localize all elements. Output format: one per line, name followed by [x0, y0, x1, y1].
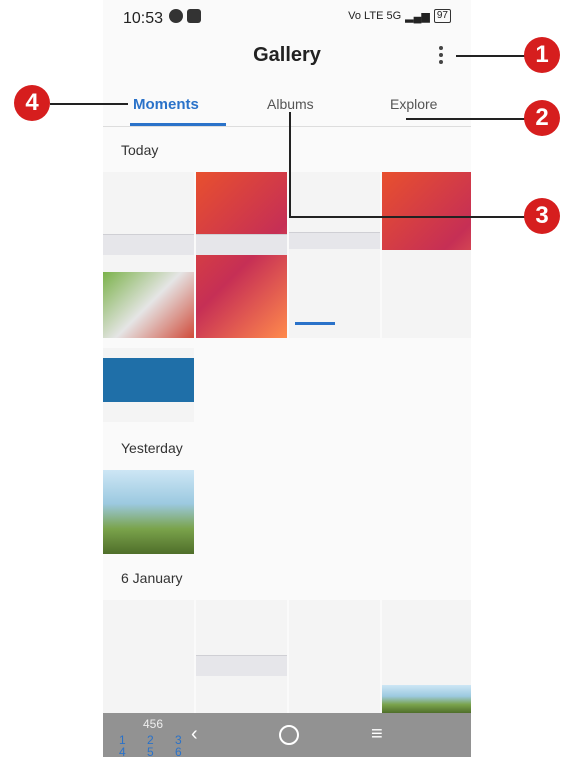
callout-line-1: [456, 55, 528, 57]
tab-bar: Moments Albums Explore: [103, 86, 471, 127]
status-time: 10:53: [123, 10, 164, 27]
callout-line-2: [406, 118, 528, 120]
tab-moments[interactable]: Moments: [133, 96, 199, 113]
slider-bar: [295, 322, 335, 325]
tab-albums[interactable]: Albums: [267, 96, 314, 112]
keyboard-strip: [103, 234, 194, 255]
callout-badge-3: 3: [524, 198, 560, 234]
dial-key: 6: [175, 745, 182, 757]
section-today: Today: [121, 142, 159, 158]
phone-screen: 10:53 Vo LTE 5G ▂▄▆ 97 Gallery Moments A…: [103, 0, 471, 757]
photo-thumb[interactable]: [196, 600, 287, 713]
navigation-bar: 456 1 2 3 4 5 6 ‹ ≡: [103, 713, 471, 757]
photo-thumb[interactable]: [382, 172, 471, 338]
back-icon[interactable]: ‹: [191, 723, 198, 746]
tree-preview: [382, 685, 471, 713]
dialer-digits: 456: [143, 717, 164, 731]
keyboard-strip: [289, 232, 380, 249]
photo-thumb[interactable]: [196, 172, 287, 338]
dial-key: 5: [147, 745, 154, 757]
notification-icon: [169, 9, 183, 23]
photo-thumb[interactable]: [103, 348, 194, 422]
section-january: 6 January: [121, 570, 183, 586]
battery-icon: 97: [433, 9, 451, 23]
photo-thumb-tree[interactable]: [103, 470, 194, 554]
section-yesterday: Yesterday: [121, 440, 183, 456]
callout-badge-2: 2: [524, 100, 560, 136]
photo-thumb[interactable]: [103, 600, 194, 713]
recents-icon[interactable]: ≡: [371, 723, 383, 746]
callout-badge-1: 1: [524, 37, 560, 73]
home-icon[interactable]: [279, 725, 299, 745]
photo-thumb[interactable]: [382, 600, 471, 713]
network-label: Vo LTE 5G: [348, 10, 402, 22]
keyboard-strip: [196, 234, 287, 255]
signal-icon: ▂▄▆: [405, 10, 430, 23]
photo-thumb[interactable]: [289, 172, 380, 338]
callout-line-3: [290, 216, 528, 218]
callout-line-4: [50, 103, 128, 105]
notification-card: [103, 358, 194, 402]
app-bar: Gallery: [103, 36, 471, 86]
callout-line-3-vertical: [289, 112, 291, 218]
photo-collage: [103, 272, 194, 338]
tab-indicator: [130, 123, 226, 126]
photo-thumb[interactable]: [103, 172, 194, 338]
photo-thumb[interactable]: [289, 600, 380, 713]
keyboard-strip: [196, 655, 287, 676]
status-bar: 10:53 Vo LTE 5G ▂▄▆ 97: [103, 0, 471, 36]
page-title: Gallery: [253, 44, 321, 66]
status-right: Vo LTE 5G ▂▄▆ 97: [348, 9, 451, 23]
settings-gear-icon: [187, 9, 201, 23]
dial-key: 4: [119, 745, 126, 757]
quick-settings-panel: [382, 250, 471, 338]
callout-badge-4: 4: [14, 85, 50, 121]
more-options-icon[interactable]: [439, 46, 445, 64]
tab-explore[interactable]: Explore: [390, 96, 437, 112]
